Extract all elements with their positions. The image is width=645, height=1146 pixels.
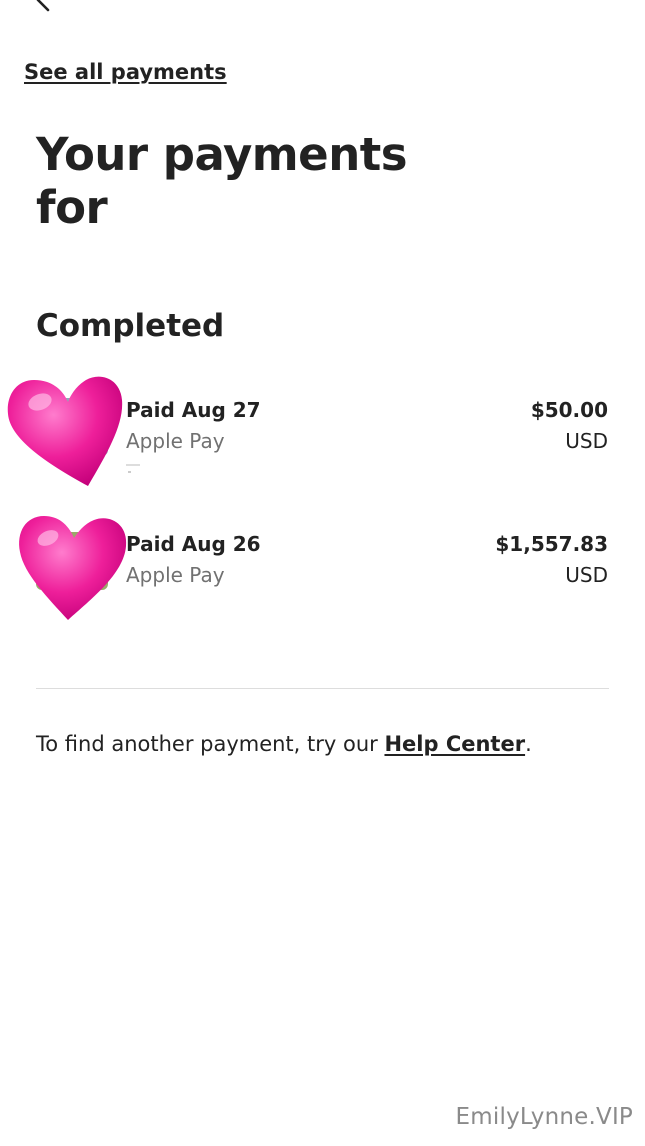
watermark: EmilyLynne.VIP: [455, 1104, 633, 1130]
heart-icon: [19, 516, 127, 620]
payment-currency: USD: [565, 429, 608, 453]
redacted-text: [126, 464, 140, 473]
help-text-suffix: .: [525, 732, 532, 756]
payment-currency: USD: [565, 563, 608, 587]
payment-amount: $1,557.83: [495, 532, 608, 556]
payment-amount: $50.00: [530, 398, 608, 422]
payment-row[interactable]: Paid Aug 27 Apple Pay $50.00 USD: [0, 376, 645, 490]
help-center-link[interactable]: Help Center: [384, 732, 525, 756]
payment-method: Apple Pay: [126, 563, 225, 587]
help-text-prefix: To find another payment, try our: [36, 732, 385, 756]
heart-icon: [7, 376, 123, 486]
payment-method: Apple Pay: [126, 429, 225, 453]
section-divider: [36, 688, 609, 689]
help-text: To find another payment, try our Help Ce…: [36, 732, 532, 756]
payment-status: Paid Aug 26: [126, 532, 261, 556]
page-title: Your payments for: [36, 128, 408, 234]
chevron-left-icon[interactable]: [30, 0, 58, 14]
completed-heading: Completed: [36, 308, 225, 344]
payment-row[interactable]: Paid Aug 26 Apple Pay $1,557.83 USD: [0, 514, 645, 624]
see-all-payments-link[interactable]: See all payments: [24, 60, 227, 84]
payment-status: Paid Aug 27: [126, 398, 261, 422]
